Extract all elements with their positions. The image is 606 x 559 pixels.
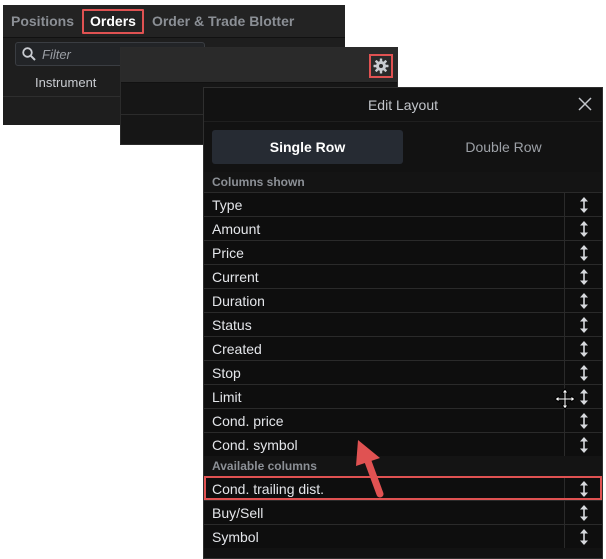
drag-handle-icon[interactable] bbox=[579, 244, 589, 261]
column-row[interactable]: Status bbox=[204, 312, 602, 336]
single-row-button[interactable]: Single Row bbox=[212, 130, 403, 164]
column-row[interactable]: Current bbox=[204, 264, 602, 288]
drag-handle[interactable] bbox=[564, 409, 602, 432]
drag-handle-icon[interactable] bbox=[579, 316, 589, 333]
gear-icon bbox=[373, 58, 389, 74]
column-name: Duration bbox=[212, 292, 265, 309]
drag-handle-icon[interactable] bbox=[579, 504, 589, 521]
column-row[interactable]: Amount bbox=[204, 216, 602, 240]
drag-handle[interactable] bbox=[564, 477, 602, 500]
drag-handle-icon[interactable] bbox=[579, 220, 589, 237]
move-cursor-icon bbox=[554, 388, 576, 410]
drag-handle-icon[interactable] bbox=[579, 364, 589, 381]
column-name: Amount bbox=[212, 220, 261, 237]
column-name: Buy/Sell bbox=[212, 504, 264, 521]
drag-handle-icon[interactable] bbox=[579, 436, 589, 453]
column-name: Stop bbox=[212, 364, 241, 381]
columns-shown-label: Columns shown bbox=[204, 172, 602, 192]
column-name: Limit bbox=[212, 388, 242, 405]
drag-handle[interactable] bbox=[564, 289, 602, 312]
double-row-button[interactable]: Double Row bbox=[411, 130, 596, 164]
search-icon bbox=[22, 47, 36, 61]
drag-handle[interactable] bbox=[564, 337, 602, 360]
tab-positions[interactable]: Positions bbox=[6, 9, 79, 34]
column-name: Current bbox=[212, 268, 259, 285]
grid-header bbox=[121, 48, 397, 83]
panel-tabs: Positions Orders Order & Trade Blotter bbox=[3, 5, 345, 38]
dialog-header: Edit Layout bbox=[204, 88, 602, 122]
drag-handle[interactable] bbox=[564, 241, 602, 264]
drag-handle-icon[interactable] bbox=[579, 388, 589, 405]
column-row[interactable]: Cond. trailing dist. bbox=[204, 476, 602, 500]
available-columns-list: Cond. trailing dist. Buy/Sell Symbol bbox=[204, 476, 602, 548]
column-header-instrument[interactable]: Instrument bbox=[35, 75, 96, 90]
edit-layout-dialog: Edit Layout Single Row Double Row Column… bbox=[203, 87, 603, 559]
column-row[interactable]: Symbol bbox=[204, 524, 602, 548]
drag-handle-icon[interactable] bbox=[579, 292, 589, 309]
drag-handle-icon[interactable] bbox=[579, 340, 589, 357]
row-mode-toggle: Single Row Double Row bbox=[212, 130, 596, 164]
column-row[interactable]: Cond. symbol bbox=[204, 432, 602, 456]
available-columns-label: Available columns bbox=[204, 456, 602, 476]
drag-handle[interactable] bbox=[564, 217, 602, 240]
column-row[interactable]: Type bbox=[204, 192, 602, 216]
column-name: Type bbox=[212, 196, 243, 213]
column-row[interactable]: Duration bbox=[204, 288, 602, 312]
drag-handle[interactable] bbox=[564, 525, 602, 548]
column-name: Status bbox=[212, 316, 252, 333]
drag-handle-icon[interactable] bbox=[579, 268, 589, 285]
column-row[interactable]: Price bbox=[204, 240, 602, 264]
close-icon[interactable] bbox=[578, 97, 592, 111]
column-name: Symbol bbox=[212, 528, 259, 545]
drag-handle-icon[interactable] bbox=[579, 196, 589, 213]
tab-order-trade-blotter[interactable]: Order & Trade Blotter bbox=[147, 9, 299, 34]
column-row[interactable]: Created bbox=[204, 336, 602, 360]
drag-handle[interactable] bbox=[564, 433, 602, 456]
column-name: Created bbox=[212, 340, 262, 357]
column-name: Price bbox=[212, 244, 244, 261]
drag-handle[interactable] bbox=[564, 265, 602, 288]
pointer-arrow-icon bbox=[356, 440, 384, 498]
tab-orders[interactable]: Orders bbox=[82, 8, 144, 34]
drag-handle[interactable] bbox=[564, 313, 602, 336]
drag-handle[interactable] bbox=[564, 501, 602, 524]
settings-button[interactable] bbox=[369, 54, 393, 78]
drag-handle[interactable] bbox=[564, 361, 602, 384]
column-row[interactable]: Limit bbox=[204, 384, 602, 408]
column-row[interactable]: Buy/Sell bbox=[204, 500, 602, 524]
drag-handle-icon[interactable] bbox=[579, 528, 589, 545]
column-row[interactable]: Cond. price bbox=[204, 408, 602, 432]
drag-handle[interactable] bbox=[564, 193, 602, 216]
drag-handle-icon[interactable] bbox=[579, 412, 589, 429]
column-name: Cond. price bbox=[212, 412, 284, 429]
drag-handle-icon[interactable] bbox=[579, 480, 589, 497]
column-row[interactable]: Stop bbox=[204, 360, 602, 384]
dialog-title: Edit Layout bbox=[367, 96, 439, 113]
columns-shown-list: Type Amount Price Current Duration Status Crea… bbox=[204, 192, 602, 456]
